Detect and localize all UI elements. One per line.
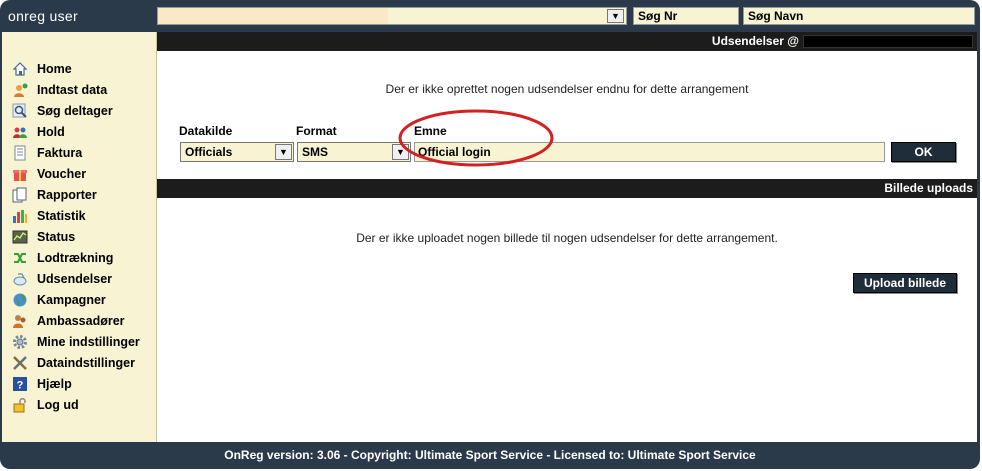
upload-billede-button[interactable]: Upload billede [853,273,957,293]
broadcast-icon [12,271,28,287]
sidebar-item-indtast-data[interactable]: Indtast data [2,79,156,100]
ok-button[interactable]: OK [891,142,956,162]
magnifier-icon [12,103,28,119]
sidebar-item-label: Statistik [37,208,86,223]
sidebar-item-hjaelp[interactable]: ? Hjælp [2,373,156,394]
billede-uploads-header: Billede uploads [157,179,977,198]
event-select[interactable] [157,7,627,25]
sidebar-item-hold[interactable]: Hold [2,121,156,142]
sidebar: Home Indtast data Søg deltager Hold Fakt… [2,32,157,442]
invoice-icon [12,145,28,161]
sidebar-item-dataindstillinger[interactable]: Dataindstillinger [2,352,156,373]
bar-chart-icon [12,208,28,224]
sidebar-item-label: Log ud [37,397,79,412]
help-icon: ? [12,376,28,392]
sidebar-item-rapporter[interactable]: Rapporter [2,184,156,205]
sidebar-item-ambassadorer[interactable]: Ambassadører [2,310,156,331]
footer: OnReg version: 3.06 - Copyright: Ultimat… [224,448,756,462]
chevron-down-icon[interactable]: ▼ [275,144,292,160]
sidebar-item-faktura[interactable]: Faktura [2,142,156,163]
team-icon [12,124,28,140]
sidebar-item-lodtraekning[interactable]: Lodtrækning [2,247,156,268]
sidebar-item-label: Ambassadører [37,313,125,328]
udsendelser-title: Udsendelser @ [711,34,799,48]
event-select-fill [158,8,388,24]
chevron-down-icon[interactable]: ▼ [392,144,409,160]
status-icon [12,229,28,245]
emne-label: Emne [414,124,447,138]
search-name-input[interactable]: Søg Navn [743,7,975,25]
sidebar-item-label: Voucher [37,166,87,181]
datakilde-label: Datakilde [179,124,233,138]
svg-text:?: ? [17,379,24,391]
user-label: onreg user [8,8,78,24]
sidebar-item-label: Hjælp [37,376,72,391]
format-select[interactable]: SMS ▼ [297,142,411,162]
sidebar-item-label: Faktura [37,145,83,160]
sidebar-item-label: Status [37,229,76,244]
datakilde-value: Officials [185,145,233,159]
sidebar-item-label: Lodtrækning [37,250,114,265]
format-value: SMS [302,145,329,159]
redacted-field [803,35,973,49]
sidebar-item-udsendelser[interactable]: Udsendelser [2,268,156,289]
sidebar-item-voucher[interactable]: Voucher [2,163,156,184]
sidebar-item-sog-deltager[interactable]: Søg deltager [2,100,156,121]
format-label: Format [296,124,337,138]
sidebar-item-label: Udsendelser [37,271,113,286]
gear-icon [12,334,28,350]
chevron-down-icon[interactable]: ▼ [607,9,624,23]
sidebar-item-log-ud[interactable]: Log ud [2,394,156,415]
lock-icon [12,397,28,413]
sidebar-item-home[interactable]: Home [2,58,156,79]
sidebar-item-label: Home [37,61,72,76]
sidebar-item-status[interactable]: Status [2,226,156,247]
sidebar-item-label: Rapporter [37,187,97,202]
sidebar-item-mine-indstillinger[interactable]: Mine indstillinger [2,331,156,352]
gift-icon [12,166,28,182]
app-frame: onreg user ▼ Søg Nr Søg Navn Home Indtas… [0,0,980,469]
sidebar-item-label: Mine indstillinger [37,334,140,349]
billede-empty-message: Der er ikke uploadet nogen billede til n… [356,231,778,245]
sidebar-item-statistik[interactable]: Statistik [2,205,156,226]
emne-input[interactable]: Official login [414,142,885,162]
sidebar-item-label: Hold [37,124,65,139]
udsendelser-header: Udsendelser @ [157,32,977,51]
sidebar-item-label: Indtast data [37,82,108,97]
reports-icon [12,187,28,203]
udsendelser-empty-message: Der er ikke oprettet nogen udsendelser e… [385,82,749,96]
sidebar-item-label: Dataindstillinger [37,355,135,370]
sidebar-item-label: Søg deltager [37,103,113,118]
shuffle-icon [12,250,28,266]
ambassadors-icon [12,313,28,329]
user-add-icon [12,82,28,98]
globe-icon [12,292,28,308]
sidebar-item-label: Kampagner [37,292,106,307]
sidebar-item-kampagner[interactable]: Kampagner [2,289,156,310]
tools-icon [12,355,28,371]
main-content: Udsendelser @ Der er ikke oprettet nogen… [157,32,977,442]
datakilde-select[interactable]: Officials ▼ [180,142,294,162]
sidebar-menu: Home Indtast data Søg deltager Hold Fakt… [2,58,156,415]
home-icon [12,61,28,77]
search-nr-input[interactable]: Søg Nr [633,7,739,25]
